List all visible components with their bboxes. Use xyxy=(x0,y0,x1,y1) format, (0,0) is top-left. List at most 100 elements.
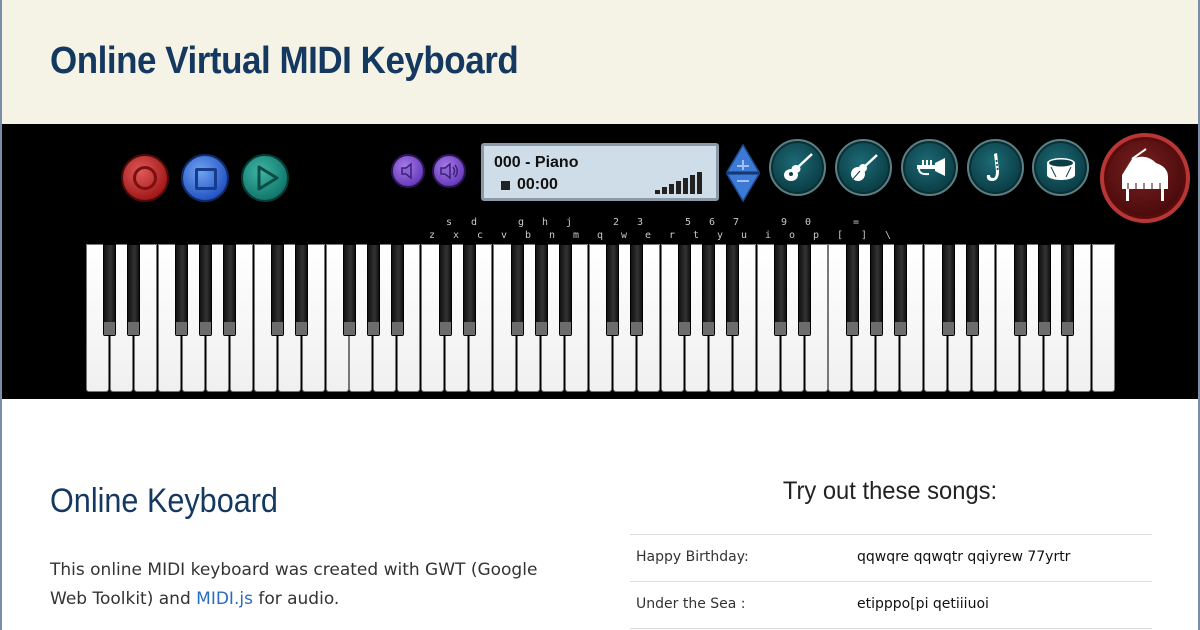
volume-bar xyxy=(697,172,702,194)
trumpet-button[interactable] xyxy=(901,139,958,196)
black-key[interactable] xyxy=(606,244,620,336)
keymap-label: y xyxy=(717,230,724,241)
violin-button[interactable] xyxy=(835,139,892,196)
black-key[interactable] xyxy=(941,244,955,336)
black-key[interactable] xyxy=(726,244,740,336)
keymap-label: h xyxy=(542,217,549,228)
stop-button[interactable] xyxy=(181,154,229,202)
keymap-label: \ xyxy=(885,230,892,241)
keymap-label: 5 xyxy=(685,217,692,228)
grand-piano-button[interactable] xyxy=(1100,133,1190,223)
black-key[interactable] xyxy=(366,244,380,336)
drum-button[interactable] xyxy=(1032,139,1089,196)
guitar-icon xyxy=(784,153,813,181)
keymap-label: n xyxy=(549,230,556,241)
piano-keyboard[interactable] xyxy=(86,244,1116,392)
volume-down-button[interactable] xyxy=(391,154,425,188)
keyboard-shortcut-map: s d g h j 2 3 5 6 7 9 0 = z x c v b n m q w e r t y u i o p [] \ xyxy=(0,216,1200,244)
black-key[interactable] xyxy=(271,244,285,336)
keymap-label: i xyxy=(765,230,772,241)
midi-keyboard-app: 000 - Piano 00:00 s d g h j 2 3 5 6 7 9 … xyxy=(0,124,1200,399)
black-key[interactable] xyxy=(510,244,524,336)
black-key[interactable] xyxy=(965,244,979,336)
record-icon xyxy=(133,166,157,190)
saxophone-icon xyxy=(986,153,999,181)
black-key[interactable] xyxy=(869,244,883,336)
keymap-label: g xyxy=(518,217,525,228)
down-arrow-icon[interactable] xyxy=(725,173,761,202)
keymap-label: = xyxy=(853,217,860,228)
keymap-label: 7 xyxy=(733,217,740,228)
volume-up-icon xyxy=(440,162,458,180)
song-row: Happy Birthday: qqwqre qqwqtr qqiyrew 77… xyxy=(630,534,1152,581)
volume-bar xyxy=(690,175,695,194)
black-key[interactable] xyxy=(893,244,907,336)
keymap-label: v xyxy=(501,230,508,241)
volume-bar xyxy=(669,184,674,194)
song-notes: etipppo[pi qetiiiuoi xyxy=(857,596,989,612)
black-key[interactable] xyxy=(1013,244,1027,336)
black-key[interactable] xyxy=(1037,244,1051,336)
black-key[interactable] xyxy=(462,244,476,336)
black-key[interactable] xyxy=(199,244,213,336)
instrument-name: 000 - Piano xyxy=(494,154,579,171)
keymap-label: q xyxy=(597,230,604,241)
time-readout: 00:00 xyxy=(517,176,558,193)
keymap-label: m xyxy=(573,230,580,241)
keymap-label: 6 xyxy=(709,217,716,228)
midijs-link[interactable]: MIDI.js xyxy=(196,589,253,609)
stop-status-icon xyxy=(501,181,510,190)
black-key[interactable] xyxy=(342,244,356,336)
section-heading: Online Keyboard xyxy=(50,482,278,520)
keymap-label: r xyxy=(669,230,676,241)
violin-icon xyxy=(851,154,878,181)
song-name: Under the Sea : xyxy=(636,596,746,612)
intro-paragraph: This online MIDI keyboard was created wi… xyxy=(50,556,570,614)
keymap-label: [ xyxy=(837,230,844,241)
keymap-label: z xyxy=(429,230,436,241)
record-button[interactable] xyxy=(121,154,169,202)
black-key[interactable] xyxy=(678,244,692,336)
volume-meter xyxy=(655,172,702,194)
instrument-up-down-arrows[interactable] xyxy=(725,144,761,202)
keymap-label: 0 xyxy=(805,217,812,228)
keymap-label: u xyxy=(741,230,748,241)
black-key[interactable] xyxy=(127,244,141,336)
black-key[interactable] xyxy=(630,244,644,336)
black-key[interactable] xyxy=(558,244,572,336)
black-key[interactable] xyxy=(534,244,548,336)
black-key[interactable] xyxy=(390,244,404,336)
saxophone-button[interactable] xyxy=(967,139,1024,196)
song-row: Under the Sea : etipppo[pi qetiiiuoi xyxy=(630,581,1152,628)
black-key[interactable] xyxy=(223,244,237,336)
volume-up-button[interactable] xyxy=(432,154,466,188)
guitar-button[interactable] xyxy=(769,139,826,196)
black-key[interactable] xyxy=(175,244,189,336)
white-key[interactable] xyxy=(1091,244,1115,392)
page-title: Online Virtual MIDI Keyboard xyxy=(50,40,519,82)
volume-bar xyxy=(662,187,667,194)
black-key[interactable] xyxy=(702,244,716,336)
black-key[interactable] xyxy=(845,244,859,336)
song-name: Happy Birthday: xyxy=(636,549,749,565)
black-key[interactable] xyxy=(103,244,117,336)
black-key[interactable] xyxy=(774,244,788,336)
keymap-label: o xyxy=(789,230,796,241)
black-key[interactable] xyxy=(438,244,452,336)
songs-title: Try out these songs: xyxy=(782,477,998,505)
play-icon xyxy=(257,165,279,191)
black-key[interactable] xyxy=(1061,244,1075,336)
drum-icon xyxy=(1047,158,1075,180)
black-key[interactable] xyxy=(798,244,811,336)
keymap-label: t xyxy=(693,230,700,241)
keymap-label: ] xyxy=(861,230,868,241)
play-button[interactable] xyxy=(241,154,289,202)
keymap-label: p xyxy=(813,230,820,241)
keymap-label: d xyxy=(471,217,478,228)
black-key[interactable] xyxy=(295,244,309,336)
intro-text-end: for audio. xyxy=(252,589,340,609)
volume-bar xyxy=(655,190,660,194)
page-header: Online Virtual MIDI Keyboard xyxy=(0,0,1200,124)
keymap-label: x xyxy=(453,230,460,241)
instrument-display: 000 - Piano 00:00 xyxy=(481,143,719,201)
